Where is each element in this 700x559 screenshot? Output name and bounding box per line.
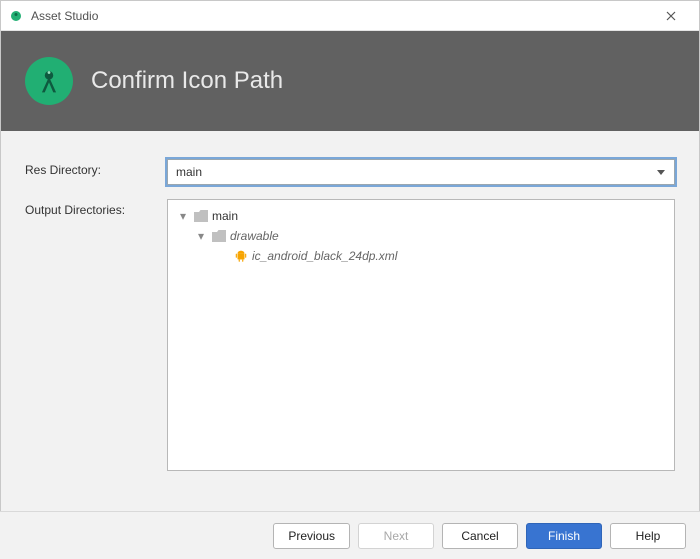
folder-icon bbox=[212, 230, 226, 242]
output-directories-tree[interactable]: ▾ main ▾ drawable bbox=[167, 199, 675, 471]
folder-icon bbox=[194, 210, 208, 222]
res-directory-select[interactable]: main bbox=[167, 159, 675, 185]
android-file-icon bbox=[234, 249, 248, 263]
res-directory-value: main bbox=[176, 165, 202, 179]
tree-spacer bbox=[216, 249, 230, 263]
tree-toggle-icon[interactable]: ▾ bbox=[176, 209, 190, 223]
tree-node-main[interactable]: ▾ main bbox=[172, 206, 670, 226]
output-directories-label: Output Directories: bbox=[25, 199, 167, 217]
window-title: Asset Studio bbox=[31, 9, 98, 23]
help-button[interactable]: Help bbox=[610, 523, 686, 549]
previous-button[interactable]: Previous bbox=[273, 523, 350, 549]
chevron-down-icon bbox=[653, 159, 669, 185]
tree-node-file[interactable]: ic_android_black_24dp.xml bbox=[172, 246, 670, 266]
android-studio-icon bbox=[9, 9, 23, 23]
page-title: Confirm Icon Path bbox=[91, 67, 283, 95]
res-directory-label: Res Directory: bbox=[25, 159, 167, 177]
cancel-button[interactable]: Cancel bbox=[442, 523, 518, 549]
finish-button[interactable]: Finish bbox=[526, 523, 602, 549]
tree-node-label: drawable bbox=[230, 229, 279, 243]
android-studio-logo bbox=[25, 57, 73, 105]
tree-node-label: main bbox=[212, 209, 238, 223]
tree-node-drawable[interactable]: ▾ drawable bbox=[172, 226, 670, 246]
next-button: Next bbox=[358, 523, 434, 549]
res-directory-row: Res Directory: main bbox=[25, 159, 675, 185]
output-directories-row: Output Directories: ▾ main ▾ drawable bbox=[25, 199, 675, 471]
tree-node-label: ic_android_black_24dp.xml bbox=[252, 249, 397, 263]
wizard-content: Res Directory: main Output Directories: … bbox=[1, 131, 699, 495]
wizard-footer: Previous Next Cancel Finish Help bbox=[0, 511, 700, 559]
tree-toggle-icon[interactable]: ▾ bbox=[194, 229, 208, 243]
window-titlebar: Asset Studio bbox=[1, 1, 699, 31]
wizard-header: Confirm Icon Path bbox=[1, 31, 699, 131]
close-icon[interactable] bbox=[651, 1, 691, 31]
